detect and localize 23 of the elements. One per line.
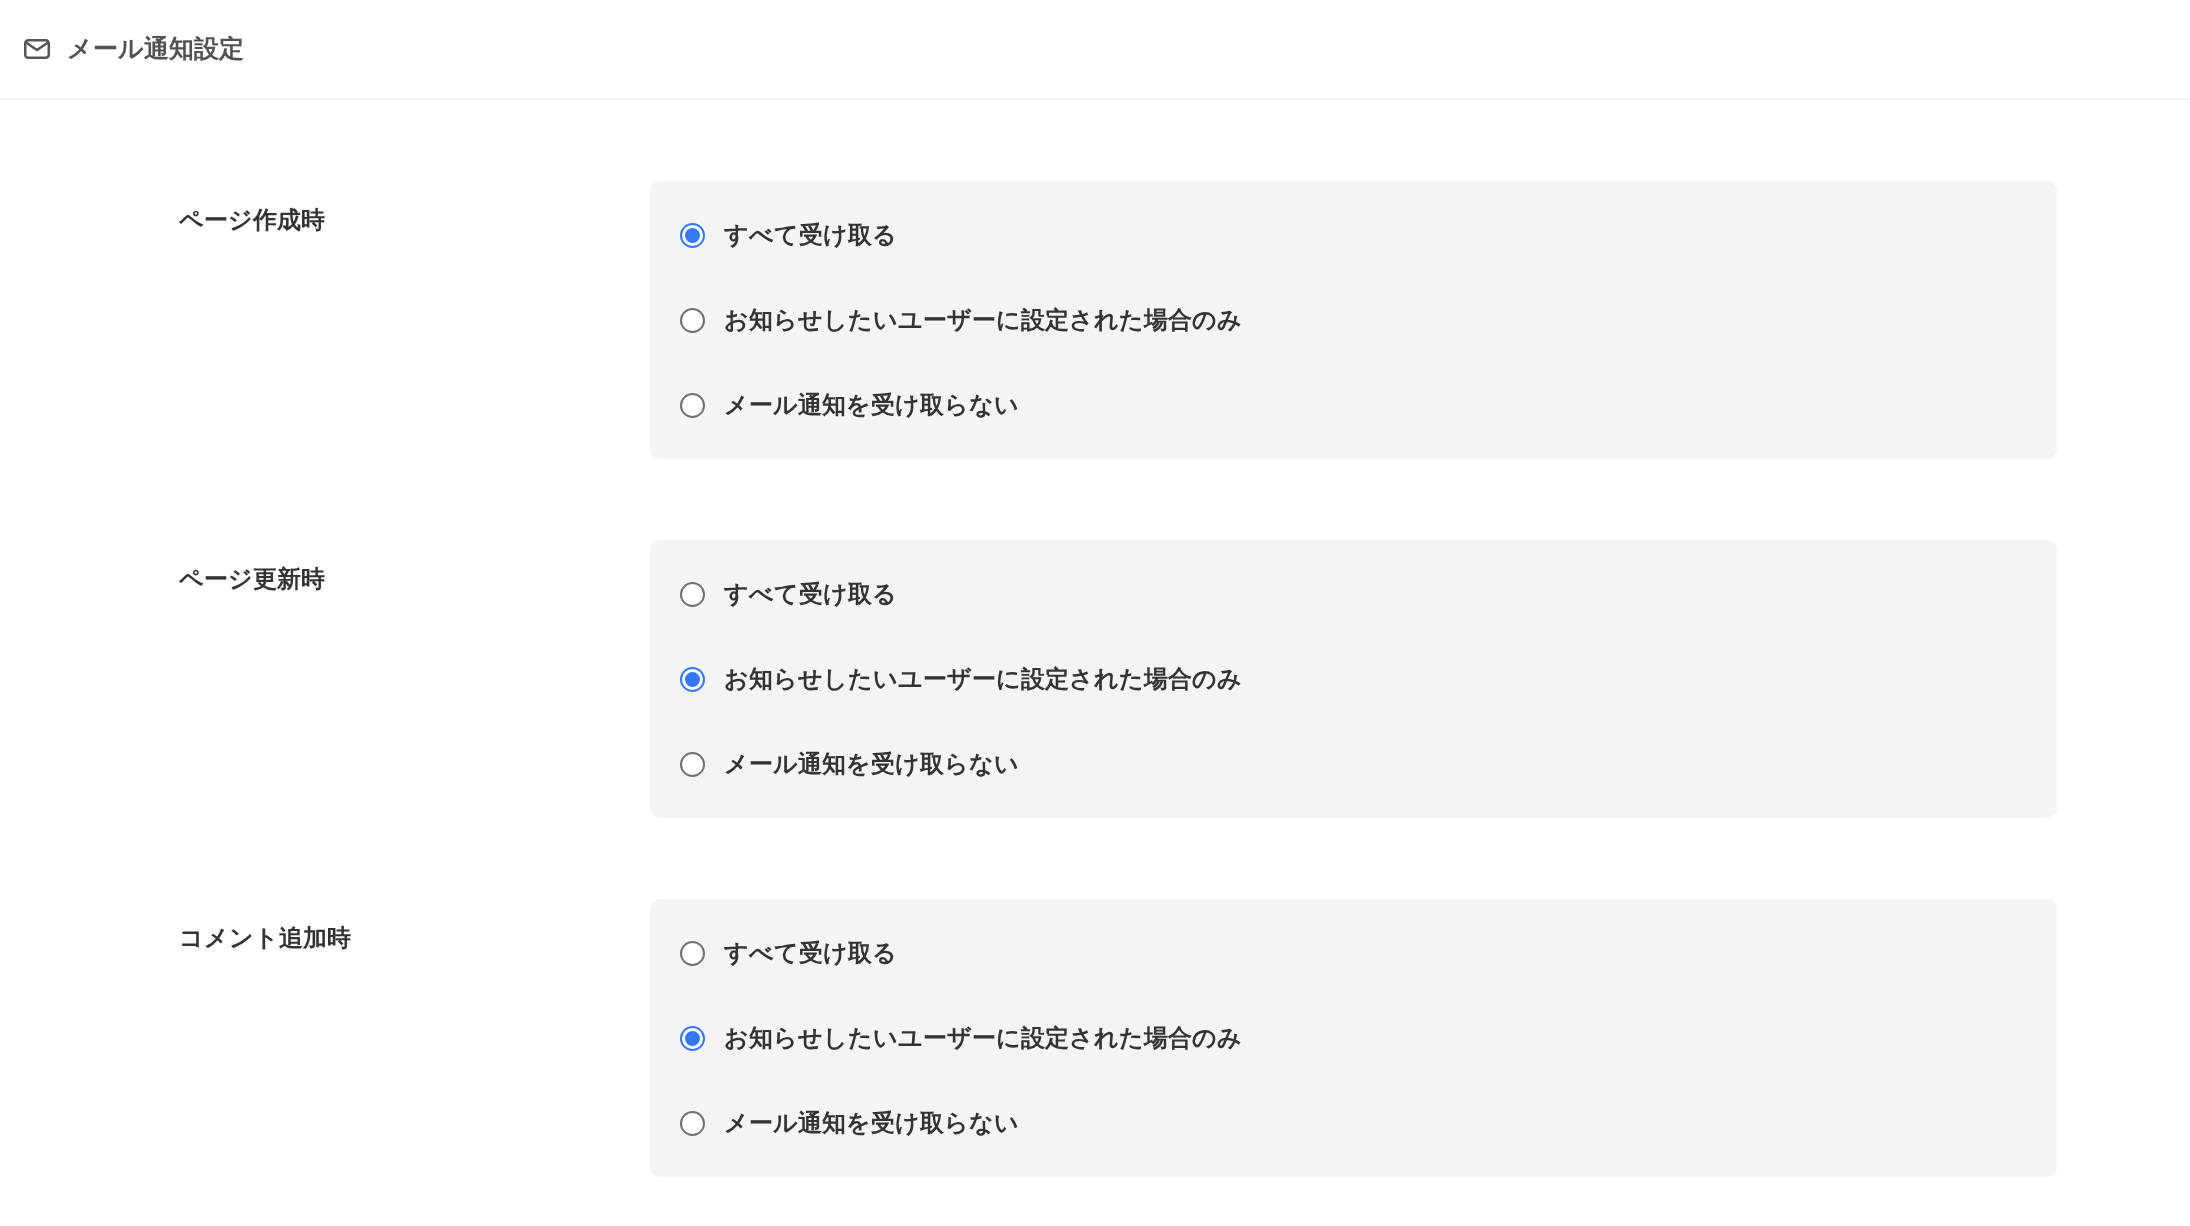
radio-button[interactable] — [680, 582, 705, 607]
option-label: すべて受け取る — [724, 221, 897, 250]
option-label: メール通知を受け取らない — [724, 391, 1019, 420]
section-label: ページ更新時 — [179, 565, 326, 594]
option-label: お知らせしたいユーザーに設定された場合のみ — [724, 1024, 1242, 1053]
radio-button[interactable] — [680, 1111, 705, 1136]
page-title: メール通知設定 — [67, 34, 244, 64]
option-label: すべて受け取る — [724, 939, 897, 968]
mail-icon — [24, 39, 50, 59]
option-label: メール通知を受け取らない — [724, 1109, 1019, 1138]
option-label: お知らせしたいユーザーに設定された場合のみ — [724, 665, 1242, 694]
radio-button[interactable] — [680, 223, 705, 248]
section-label: ページ作成時 — [179, 206, 326, 235]
section-label: コメント追加時 — [179, 924, 352, 953]
radio-button[interactable] — [680, 1026, 705, 1051]
option-label: お知らせしたいユーザーに設定された場合のみ — [724, 306, 1242, 335]
radio-button[interactable] — [680, 752, 705, 777]
radio-button[interactable] — [680, 667, 705, 692]
radio-button[interactable] — [680, 393, 705, 418]
radio-button[interactable] — [680, 941, 705, 966]
radio-button[interactable] — [680, 308, 705, 333]
option-label: すべて受け取る — [724, 580, 897, 609]
option-label: メール通知を受け取らない — [724, 750, 1019, 779]
